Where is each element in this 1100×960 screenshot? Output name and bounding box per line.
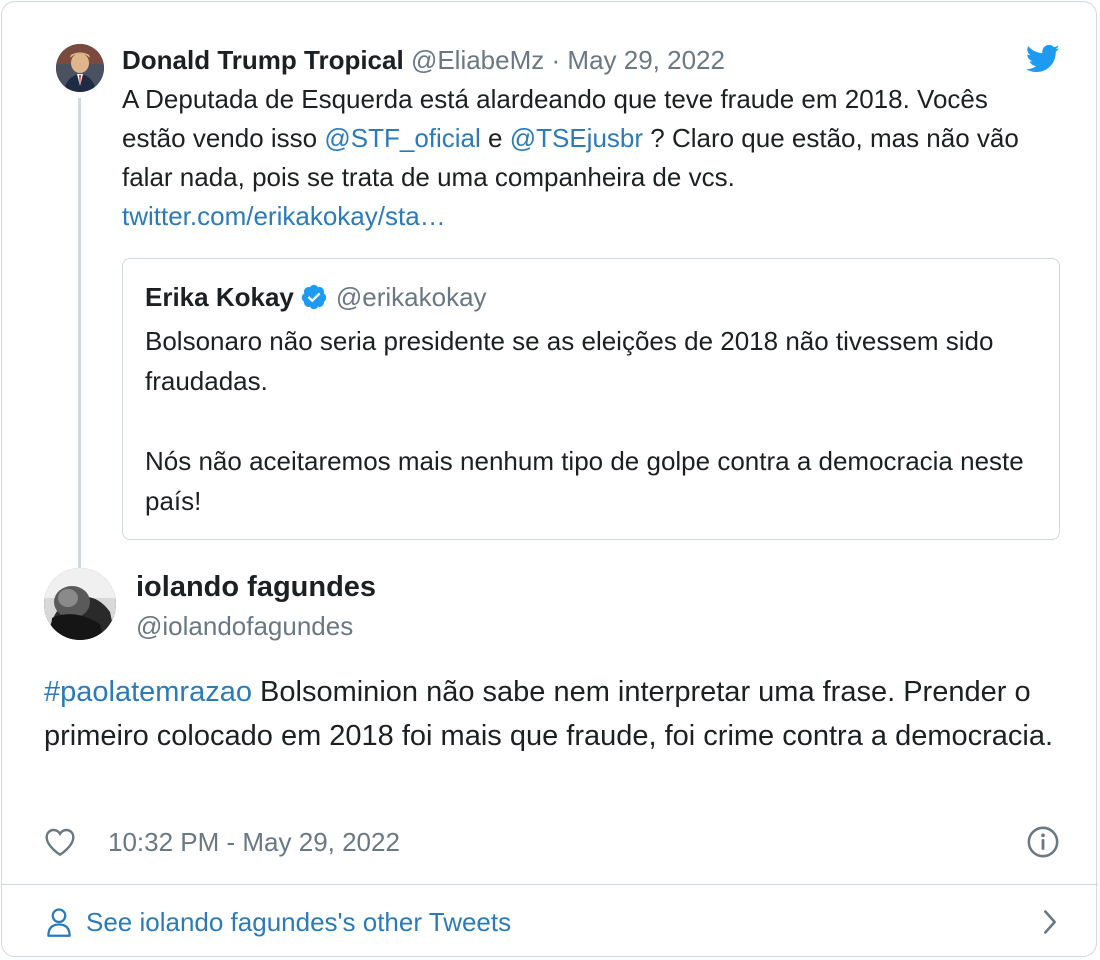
- parent-author-avatar[interactable]: [56, 44, 104, 92]
- mention-tse-link[interactable]: @TSEjusbr: [510, 123, 643, 153]
- parent-author-name[interactable]: Donald Trump Tropical: [122, 45, 404, 75]
- quoted-paragraph: Bolsonaro não seria presidente se as ele…: [145, 326, 994, 396]
- tweet-timestamp[interactable]: 10:32 PM - May 29, 2022: [108, 827, 400, 858]
- quoted-tweet-header: Erika Kokay @erikakokay: [145, 279, 1037, 315]
- footer-divider: [2, 884, 1098, 885]
- info-icon[interactable]: [1026, 825, 1060, 859]
- parent-tweet: Donald Trump Tropical @EliabeMz · May 29…: [122, 42, 1042, 236]
- person-icon: [47, 908, 71, 937]
- embedded-tweet-card: Donald Trump Tropical @EliabeMz · May 29…: [1, 1, 1098, 957]
- main-tweet-text: #paolatemrazao Bolsominion não sabe nem …: [44, 670, 1054, 758]
- parent-tweet-date[interactable]: May 29, 2022: [567, 45, 725, 75]
- quoted-tweet-text: Bolsonaro não seria presidente se as ele…: [145, 321, 1037, 521]
- heart-icon[interactable]: [44, 827, 76, 857]
- header-separator: ·: [551, 45, 561, 75]
- quoted-paragraph: Nós não aceitaremos mais nenhum tipo de …: [145, 446, 1024, 516]
- chevron-right-icon[interactable]: [1040, 908, 1060, 936]
- verified-badge-icon: [301, 284, 327, 310]
- parent-tweet-header: Donald Trump Tropical @EliabeMz · May 29…: [122, 42, 1042, 78]
- parent-text-segment: e: [480, 123, 510, 153]
- parent-author-handle[interactable]: @EliabeMz: [411, 45, 544, 75]
- see-other-tweets-link[interactable]: See iolando fagundes's other Tweets: [46, 902, 1060, 942]
- thread-connector-line: [78, 98, 81, 568]
- see-other-tweets-label[interactable]: See iolando fagundes's other Tweets: [86, 907, 511, 938]
- main-author-name[interactable]: iolando fagundes: [136, 568, 376, 606]
- tweet-meta-row: 10:32 PM - May 29, 2022: [44, 822, 1060, 862]
- hashtag-link[interactable]: #paolatemrazao: [44, 676, 252, 708]
- parent-tweet-text: A Deputada de Esquerda está alardeando q…: [122, 80, 1042, 236]
- quoted-tweet-url-link[interactable]: twitter.com/erikakokay/sta…: [122, 201, 446, 231]
- quoted-author-handle: @erikakokay: [335, 282, 487, 312]
- main-author-info[interactable]: iolando fagundes @iolandofagundes: [136, 568, 376, 644]
- main-author-handle[interactable]: @iolandofagundes: [136, 608, 376, 644]
- quoted-tweet-card[interactable]: Erika Kokay @erikakokay Bolsonaro não se…: [122, 258, 1060, 540]
- main-author-avatar[interactable]: [44, 568, 116, 640]
- mention-stf-link[interactable]: @STF_oficial: [324, 123, 480, 153]
- quoted-author-name: Erika Kokay: [145, 282, 294, 312]
